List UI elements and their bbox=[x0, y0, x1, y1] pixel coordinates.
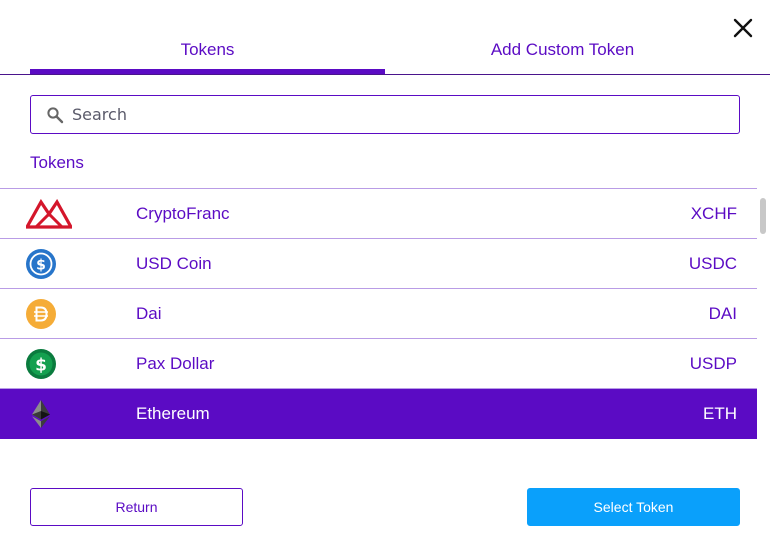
search-box bbox=[30, 95, 740, 134]
token-row-dai[interactable]: Dai DAI bbox=[0, 289, 757, 339]
active-tab-indicator bbox=[30, 69, 385, 74]
token-row-usd-coin[interactable]: $ USD Coin USDC bbox=[0, 239, 757, 289]
token-row-cryptofranc[interactable]: CryptoFranc XCHF bbox=[0, 189, 757, 239]
token-name: CryptoFranc bbox=[136, 204, 230, 223]
dai-logo-icon bbox=[26, 299, 56, 329]
list-scrollbar[interactable] bbox=[760, 198, 766, 234]
usdc-logo-icon: $ bbox=[26, 249, 56, 279]
cryptofranc-logo-icon bbox=[26, 199, 72, 229]
token-name: Dai bbox=[136, 304, 162, 323]
token-symbol: XCHF bbox=[690, 204, 737, 223]
token-symbol: USDP bbox=[689, 354, 737, 373]
token-name: USD Coin bbox=[136, 254, 212, 273]
search-icon bbox=[46, 106, 64, 124]
token-name: Pax Dollar bbox=[136, 354, 215, 373]
ethereum-logo-icon bbox=[26, 399, 56, 429]
token-row-ethereum[interactable]: Ethereum ETH bbox=[0, 389, 757, 439]
token-name: Ethereum bbox=[136, 404, 210, 423]
token-symbol: DAI bbox=[708, 304, 737, 323]
token-symbol: USDC bbox=[688, 254, 737, 273]
search-input[interactable] bbox=[72, 105, 712, 124]
section-title: Tokens bbox=[30, 153, 84, 172]
token-row-pax-dollar[interactable]: $ Pax Dollar USDP bbox=[0, 339, 757, 389]
return-button[interactable]: Return bbox=[30, 488, 243, 526]
token-symbol: ETH bbox=[703, 404, 737, 423]
usdp-logo-icon: $ bbox=[26, 349, 56, 379]
select-token-button[interactable]: Select Token bbox=[527, 488, 740, 526]
tab-add-custom-token[interactable]: Add Custom Token bbox=[385, 30, 740, 75]
svg-text:$: $ bbox=[35, 356, 47, 376]
svg-text:$: $ bbox=[36, 258, 46, 274]
token-list: CryptoFranc XCHF $ USD Coin USDC Dai DAI bbox=[0, 188, 757, 439]
